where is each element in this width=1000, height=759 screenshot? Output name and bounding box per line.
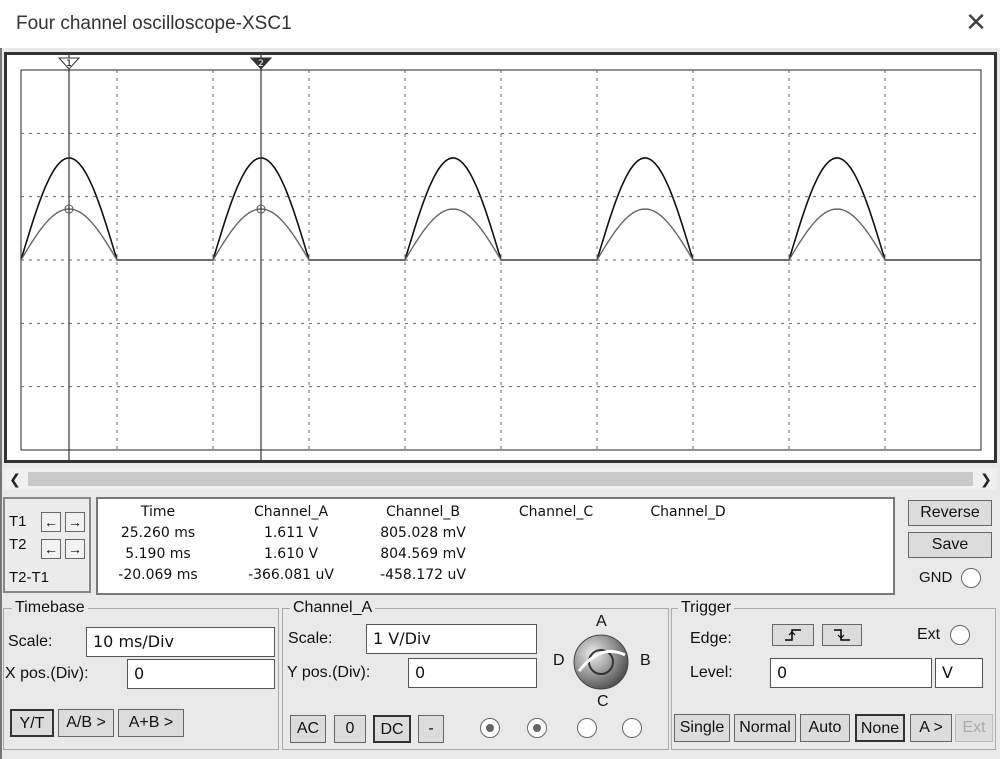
time-diff: -20.069 ms <box>118 567 198 583</box>
time-t1: 25.260 ms <box>120 525 196 541</box>
channel-scale-label: Scale: <box>288 630 333 647</box>
scope-cursors: 12 <box>57 55 273 460</box>
channel-title: Channel_A <box>290 599 376 617</box>
title-bar: Four channel oscilloscope-XSC1 ✕ <box>0 0 1000 48</box>
auto-trigger-button[interactable]: Auto <box>800 714 850 742</box>
none-trigger-button[interactable]: None <box>855 714 905 742</box>
cursor-controls: T1 ← → T2 ← → T2-T1 <box>3 497 91 593</box>
gnd-radio[interactable] <box>961 568 981 588</box>
channel-b-t2: 804.569 mV <box>380 546 466 562</box>
ext-trigger-radio[interactable] <box>950 625 970 645</box>
time-header: Time <box>140 504 176 520</box>
t2-left-button[interactable]: ← <box>41 539 61 559</box>
ac-coupling-button[interactable]: AC <box>290 715 326 743</box>
cursor-t2-number: 2 <box>258 59 264 69</box>
level-field[interactable]: 0 <box>770 658 932 688</box>
arrow-right-icon[interactable]: ❯ <box>975 468 997 490</box>
gnd-label: GND <box>919 569 953 586</box>
channel-b-column: Channel_B 805.028 mV 804.569 mV -458.172… <box>358 502 488 586</box>
channel-c-column: Channel_C <box>498 502 614 523</box>
channel-c-header: Channel_C <box>518 504 594 520</box>
channel-b-header: Channel_B <box>385 504 461 520</box>
knob-label-a: A <box>596 613 607 630</box>
falling-edge-icon[interactable] <box>822 624 862 646</box>
channel-a-header: Channel_A <box>253 504 329 520</box>
channel-a-diff: -366.081 uV <box>248 567 334 583</box>
scope-screen: 12 <box>4 52 997 463</box>
x-position-label: X pos.(Div): <box>5 665 89 682</box>
timebase-scale-field[interactable]: 10 ms/Div <box>86 627 275 657</box>
arrow-left-icon[interactable]: ❮ <box>4 468 26 490</box>
a-trigger-source-button[interactable]: A > <box>910 714 952 742</box>
time-t2: 5.190 ms <box>125 546 191 562</box>
channel-b-radio[interactable] <box>527 718 547 738</box>
t1-label: T1 <box>9 513 27 530</box>
window-title: Four channel oscilloscope-XSC1 <box>16 13 292 34</box>
channel-d-column: Channel_D <box>628 502 748 523</box>
invert-button[interactable]: - <box>418 715 444 743</box>
t1-right-button[interactable]: → <box>65 512 85 532</box>
channel-d-header: Channel_D <box>650 504 726 520</box>
measurement-table: Time 25.260 ms 5.190 ms -20.069 ms Chann… <box>96 497 895 595</box>
y-position-field[interactable]: 0 <box>408 658 537 688</box>
channel-d-radio[interactable] <box>622 718 642 738</box>
time-column: Time 25.260 ms 5.190 ms -20.069 ms <box>98 502 218 586</box>
trigger-title: Trigger <box>678 599 735 617</box>
channel-b-diff: -458.172 uV <box>380 567 466 583</box>
a-plus-b-mode-button[interactable]: A+B > <box>118 709 184 737</box>
scope-display: 12 <box>20 55 982 460</box>
channel-b-t1: 805.028 mV <box>380 525 466 541</box>
t2-right-button[interactable]: → <box>65 539 85 559</box>
t2-label: T2 <box>9 536 27 553</box>
t1-left-button[interactable]: ← <box>41 512 61 532</box>
scrollbar-thumb[interactable] <box>28 472 973 486</box>
zero-coupling-button[interactable]: 0 <box>334 715 366 743</box>
channel-scale-field[interactable]: 1 V/Div <box>366 624 537 654</box>
t2-t1-label: T2-T1 <box>9 569 50 586</box>
level-unit-field[interactable]: V <box>935 658 983 688</box>
channel-a-column: Channel_A 1.611 V 1.610 V -366.081 uV <box>226 502 356 586</box>
channel-a-t2: 1.610 V <box>263 546 319 562</box>
horizontal-scrollbar[interactable]: ❮ ❯ <box>4 468 997 490</box>
ext-trigger-label: Ext <box>917 626 941 643</box>
y-position-label: Y pos.(Div): <box>287 664 371 681</box>
cursor-t1-number: 1 <box>66 59 72 69</box>
close-icon[interactable]: ✕ <box>962 8 990 36</box>
dc-coupling-button[interactable]: DC <box>373 715 411 743</box>
channel-c-radio[interactable] <box>577 718 597 738</box>
timebase-title: Timebase <box>12 599 88 617</box>
rising-edge-icon[interactable] <box>772 624 814 646</box>
edge-label: Edge: <box>690 630 732 647</box>
ext-trigger-source-button[interactable]: Ext <box>955 714 993 742</box>
channel-a-radio[interactable] <box>480 718 500 738</box>
knob-label-d: D <box>553 652 565 669</box>
yt-mode-button[interactable]: Y/T <box>10 709 54 737</box>
level-label: Level: <box>690 664 733 681</box>
knob-label-b: B <box>640 652 651 669</box>
timebase-scale-label: Scale: <box>8 633 53 650</box>
channel-selector-knob[interactable] <box>571 633 631 691</box>
save-button[interactable]: Save <box>908 532 992 558</box>
reverse-button[interactable]: Reverse <box>908 500 992 526</box>
knob-label-c: C <box>597 693 609 710</box>
x-position-field[interactable]: 0 <box>127 659 275 689</box>
channel-a-t1: 1.611 V <box>263 525 319 541</box>
ab-mode-button[interactable]: A/B > <box>58 709 114 737</box>
single-trigger-button[interactable]: Single <box>674 714 730 742</box>
normal-trigger-button[interactable]: Normal <box>734 714 796 742</box>
